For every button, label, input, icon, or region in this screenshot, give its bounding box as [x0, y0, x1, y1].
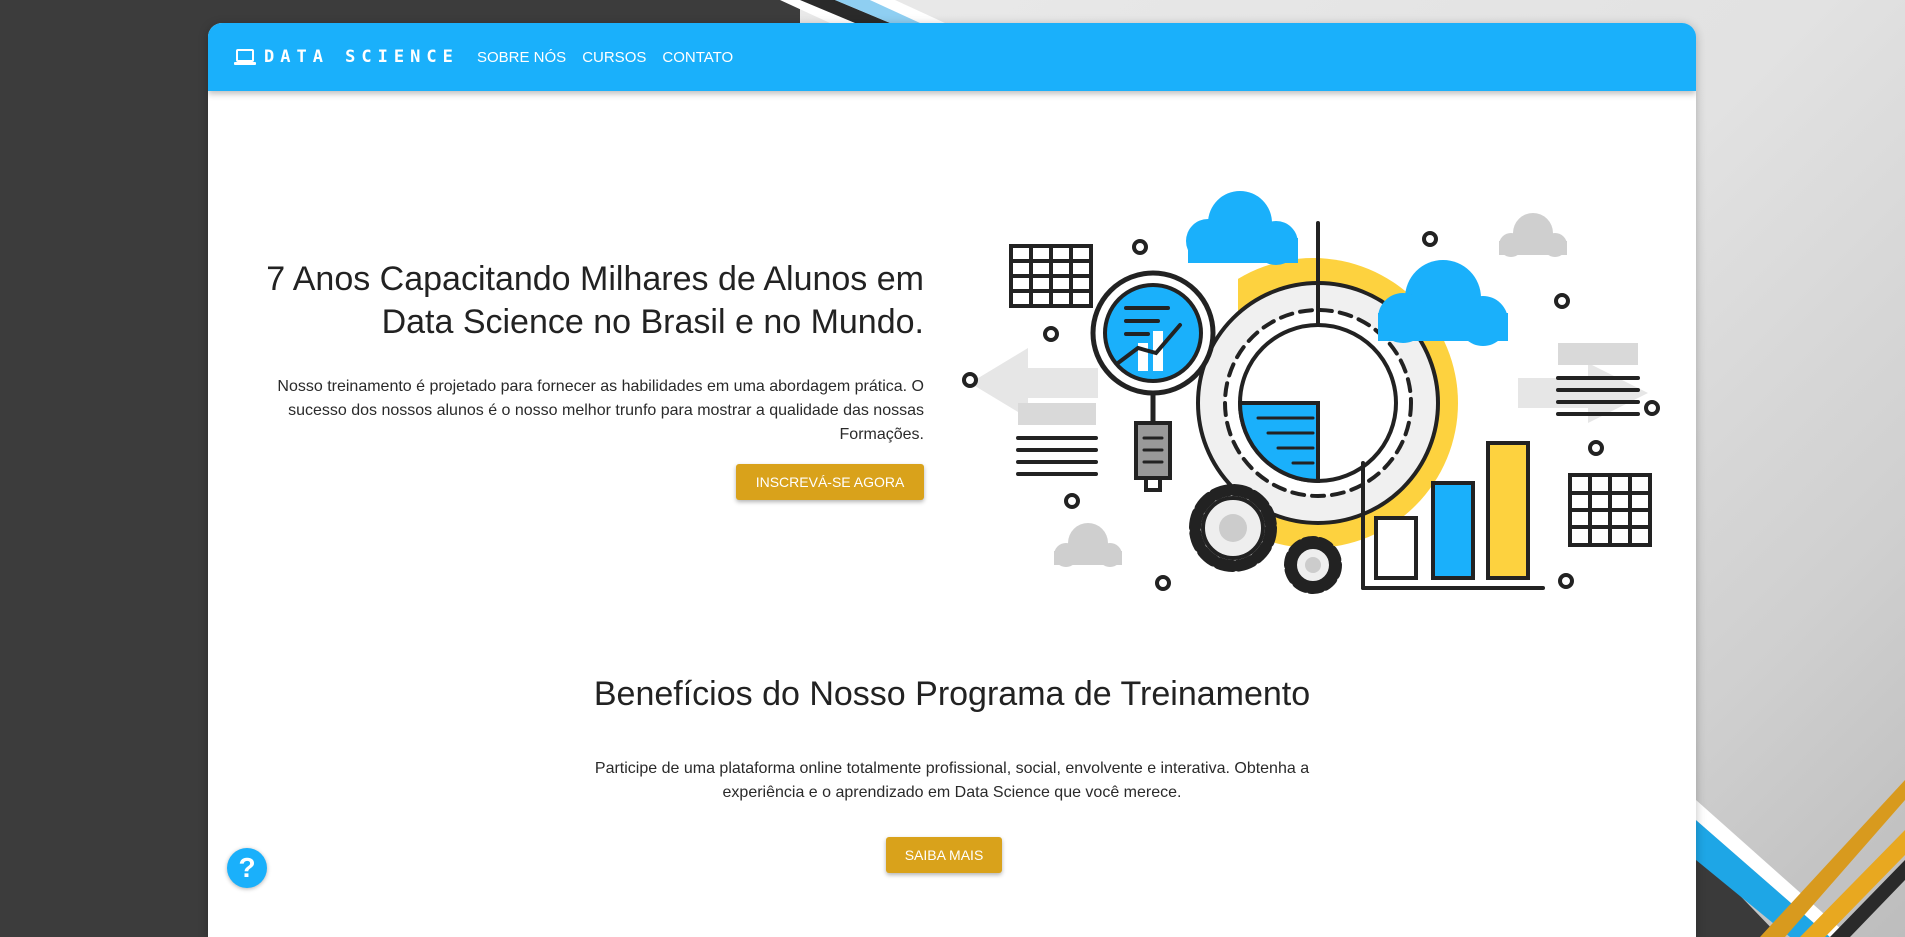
nav-link-cursos[interactable]: CURSOS: [582, 49, 646, 66]
hero-description: Nosso treinamento é projetado para forne…: [277, 378, 924, 443]
question-icon: ?: [238, 852, 256, 883]
help-button[interactable]: ?: [227, 848, 267, 888]
nav-link-contato[interactable]: CONTATO: [662, 49, 733, 66]
brand[interactable]: DATA SCIENCE: [234, 45, 459, 69]
hero-title: 7 Anos Capacitando Milhares de Alunos em…: [266, 260, 924, 341]
learn-more-button[interactable]: SAIBA MAIS: [886, 837, 1002, 873]
data-science-illustration: [962, 191, 1660, 594]
nav-link-sobre-nos[interactable]: SOBRE NÓS: [477, 49, 566, 66]
benefits-description: Participe de uma plataforma online total…: [594, 760, 1310, 801]
main-card: DATA SCIENCE SOBRE NÓS CURSOS CONTATO 7 …: [208, 23, 1696, 937]
subscribe-button[interactable]: INSCREVÁ-SE AGORA: [736, 464, 924, 500]
brand-name: DATA SCIENCE: [264, 47, 459, 67]
benefits-title: Benefícios do Nosso Programa de Treiname…: [593, 675, 1311, 713]
nav-links: SOBRE NÓS CURSOS CONTATO: [477, 49, 733, 66]
navbar: DATA SCIENCE SOBRE NÓS CURSOS CONTATO: [208, 23, 1696, 91]
laptop-icon: [234, 49, 256, 65]
